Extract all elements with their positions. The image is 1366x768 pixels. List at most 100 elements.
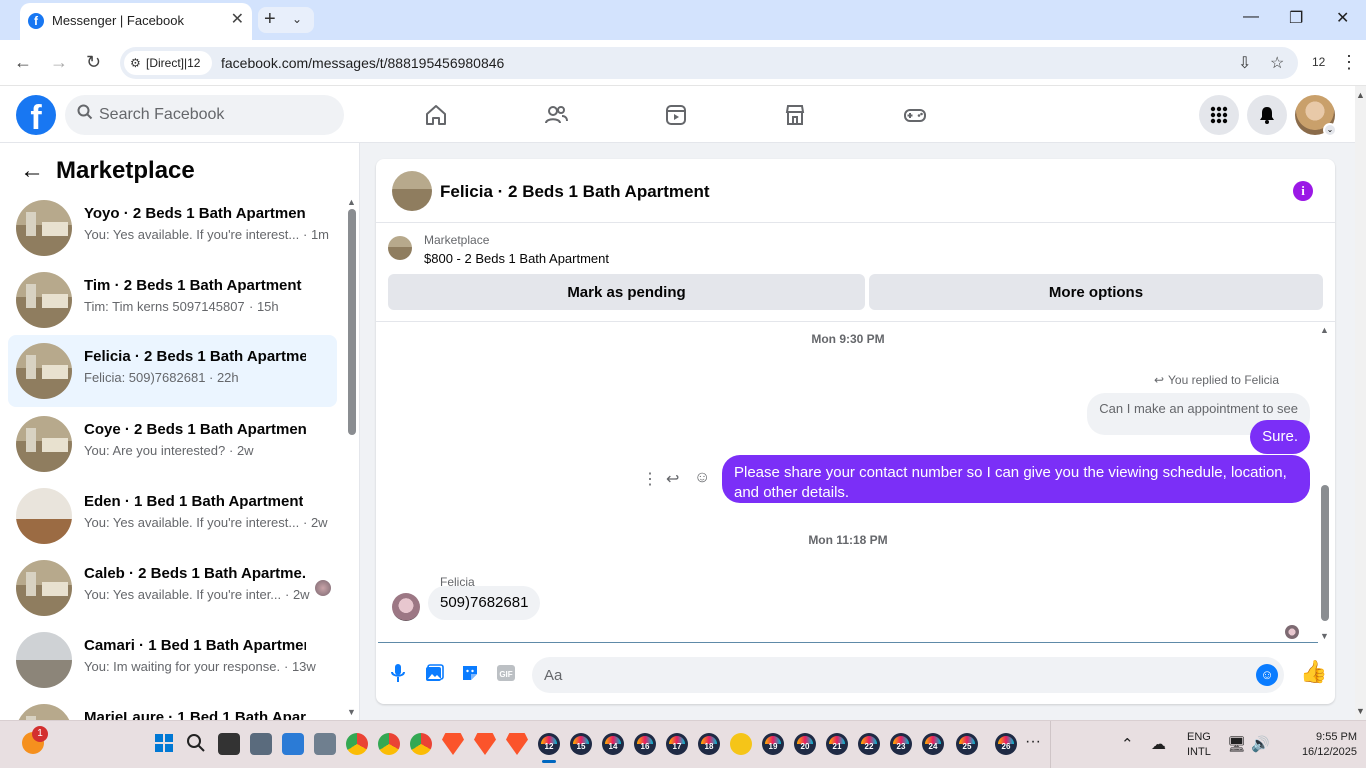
back-arrow-icon[interactable]: ← (20, 157, 44, 185)
conversation-item[interactable]: Caleb · 2 Beds 1 Bath Apartme... You: Ye… (8, 552, 337, 624)
chevron-up-icon[interactable]: ⌃ (1121, 735, 1134, 753)
conversation-item[interactable]: Tim · 2 Beds 1 Bath Apartment Tim: Tim k… (8, 264, 337, 336)
emoji-icon[interactable]: ☺ (1256, 664, 1278, 686)
scroll-thumb[interactable] (1321, 485, 1329, 621)
notifications-button[interactable] (1247, 95, 1287, 135)
search-icon[interactable] (186, 733, 208, 755)
minimize-button[interactable]: — (1243, 8, 1259, 26)
browser-profile-icon[interactable]: 19 (762, 733, 784, 755)
chrome-icon[interactable] (346, 733, 368, 755)
scroll-down-icon[interactable]: ▼ (1356, 706, 1365, 716)
language-indicator[interactable]: ENG INTL (1187, 730, 1211, 760)
profile-avatar[interactable]: ⌄ (1295, 95, 1337, 137)
maximize-button[interactable]: ❐ (1289, 8, 1303, 28)
photo-icon[interactable] (422, 661, 446, 685)
home-nav-icon[interactable] (416, 98, 456, 132)
microphone-icon[interactable] (386, 661, 410, 685)
sender-avatar[interactable] (392, 593, 420, 621)
brave-icon[interactable] (442, 733, 464, 755)
windows-start-icon[interactable] (154, 733, 176, 755)
mark-as-pending-button[interactable]: Mark as pending (388, 274, 865, 310)
browser-profile-icon[interactable]: 12 (538, 733, 560, 755)
calculator-icon[interactable] (250, 733, 272, 755)
reload-button[interactable]: ↻ (86, 52, 101, 73)
sticker-icon[interactable] (458, 661, 482, 685)
gaming-nav-icon[interactable] (895, 98, 935, 132)
conversation-item[interactable]: Yoyo · 2 Beds 1 Bath Apartment You: Yes … (8, 192, 337, 264)
more-options-button[interactable]: More options (869, 274, 1323, 310)
browser-profile-icon[interactable]: 23 (890, 733, 912, 755)
page-scrollbar[interactable]: ▲ ▼ (1355, 86, 1366, 720)
browser-profile-icon[interactable]: 17 (666, 733, 688, 755)
gif-icon[interactable]: GIF (494, 661, 518, 685)
conversation-item-active[interactable]: Felicia · 2 Beds 1 Bath Apartment Felici… (8, 335, 337, 407)
more-actions-icon[interactable]: ⋮ (642, 469, 658, 489)
tab-close-icon[interactable]: ✕ (231, 9, 244, 29)
listing-thumbnail[interactable] (388, 236, 412, 260)
close-window-button[interactable]: ✕ (1336, 8, 1349, 28)
onedrive-icon[interactable]: ☁ (1151, 735, 1166, 753)
marketplace-nav-icon[interactable] (775, 98, 815, 132)
conversation-item[interactable]: MarieLaure · 1 Bed 1 Bath Apart... (8, 696, 337, 720)
chat-scrollbar[interactable]: ▲ ▼ (1320, 323, 1330, 641)
install-app-icon[interactable]: ⇩ (1238, 53, 1251, 73)
browser-profile-icon[interactable]: 16 (634, 733, 656, 755)
scroll-thumb[interactable] (348, 209, 356, 435)
volume-icon[interactable]: 🔊 (1251, 735, 1270, 753)
outgoing-message[interactable]: Sure. (1250, 420, 1310, 454)
conversation-item[interactable]: Eden · 1 Bed 1 Bath Apartment You: Yes a… (8, 480, 337, 552)
chat-title[interactable]: Felicia · 2 Beds 1 Bath Apartment (440, 182, 710, 202)
site-info-chip[interactable]: ⚙ [Direct]|12 (124, 51, 212, 75)
thumbs-up-icon[interactable]: 👍 (1300, 659, 1327, 685)
scroll-up-icon[interactable]: ▲ (1320, 325, 1329, 335)
omnibox[interactable]: ⚙ [Direct]|12 facebook.com/messages/t/88… (120, 47, 1298, 79)
forward-button[interactable]: → (50, 52, 68, 73)
browser-menu-icon[interactable]: ⋮ (1340, 52, 1358, 73)
browser-profile-icon[interactable]: 25 (956, 733, 978, 755)
bookmark-star-icon[interactable]: ☆ (1270, 53, 1284, 73)
search-box[interactable] (65, 95, 344, 135)
message-input[interactable] (544, 657, 1244, 693)
facebook-logo[interactable]: f (16, 95, 56, 135)
react-icon[interactable]: ☺ (694, 469, 710, 487)
app-icon[interactable] (730, 733, 752, 755)
scroll-down-icon[interactable]: ▼ (347, 707, 356, 717)
scroll-up-icon[interactable]: ▲ (1356, 90, 1365, 100)
task-view-icon[interactable] (218, 733, 240, 755)
browser-profile-icon[interactable]: 18 (698, 733, 720, 755)
browser-profile-icon[interactable]: 21 (826, 733, 848, 755)
conversation-item[interactable]: Camari · 1 Bed 1 Bath Apartment You: Im … (8, 624, 337, 696)
brave-icon[interactable] (506, 733, 528, 755)
conversation-item[interactable]: Coye · 2 Beds 1 Bath Apartment You: Are … (8, 408, 337, 480)
reply-icon[interactable]: ↩ (666, 469, 679, 489)
clock[interactable]: 9:55 PM 16/12/2025 (1295, 730, 1357, 760)
browser-profile-icon[interactable]: 20 (794, 733, 816, 755)
info-icon[interactable]: i (1293, 181, 1313, 201)
weather-widget-icon[interactable]: 1 (22, 726, 48, 754)
listing-price[interactable]: $800 - 2 Beds 1 Bath Apartment (424, 251, 609, 266)
sidebar-scrollbar[interactable]: ▲ ▼ (347, 197, 356, 717)
browser-profile-icon[interactable]: 15 (570, 733, 592, 755)
friends-nav-icon[interactable] (536, 98, 576, 132)
browser-profile-icon[interactable]: 14 (602, 733, 624, 755)
search-input[interactable] (99, 95, 329, 135)
incoming-message[interactable]: 509)7682681 (428, 586, 541, 620)
app-icon[interactable] (314, 733, 336, 755)
outgoing-message[interactable]: Please share your contact number so I ca… (722, 455, 1310, 503)
scroll-up-icon[interactable]: ▲ (347, 197, 356, 207)
more-apps-button[interactable]: ··· (1025, 733, 1041, 751)
browser-tab[interactable]: f Messenger | Facebook ✕ (20, 3, 252, 40)
browser-profile-icon[interactable]: 24 (922, 733, 944, 755)
notepad-icon[interactable] (282, 733, 304, 755)
scroll-down-icon[interactable]: ▼ (1320, 631, 1329, 641)
chrome-icon[interactable] (410, 733, 432, 755)
tab-search-chevron-icon[interactable]: ⌄ (292, 12, 302, 26)
browser-profile-icon[interactable]: 22 (858, 733, 880, 755)
new-tab-button[interactable]: + (264, 8, 276, 31)
back-button[interactable]: ← (14, 52, 32, 73)
browser-profile-icon[interactable]: 26 (995, 733, 1017, 755)
message-input-box[interactable]: ☺ (532, 657, 1284, 693)
network-icon[interactable]: 🖥 (1227, 735, 1246, 753)
brave-icon[interactable] (474, 733, 496, 755)
extensions-count[interactable]: 12 (1312, 55, 1325, 69)
